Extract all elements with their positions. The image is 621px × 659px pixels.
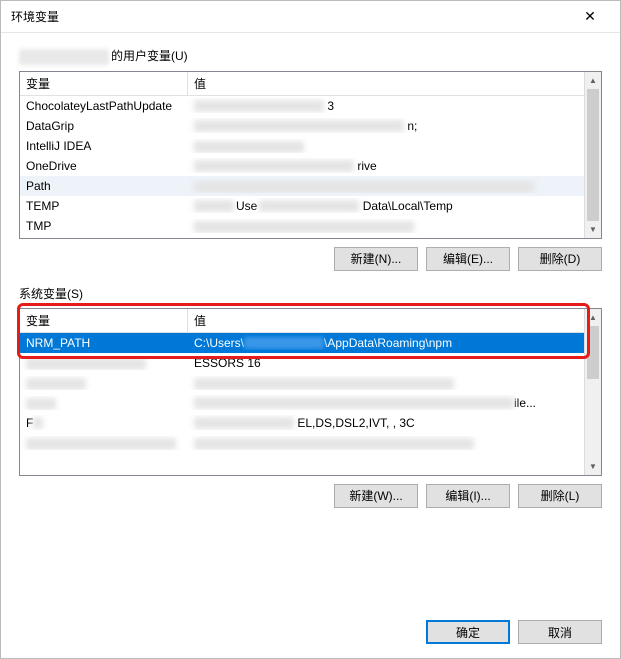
- cancel-button[interactable]: 取消: [518, 620, 602, 644]
- col-header-value[interactable]: 值: [188, 72, 584, 95]
- system-variables-group: 系统变量(S) 变量 值 NRM_PATH C:\Users\\AppData\…: [19, 285, 602, 508]
- var-name: TEMP: [20, 199, 188, 213]
- scroll-up-icon[interactable]: ▲: [585, 309, 601, 326]
- user-vars-list[interactable]: 变量 值 ChocolateyLastPathUpdate 3 DataGrip…: [19, 71, 602, 239]
- table-row[interactable]: OneDrive rive: [20, 156, 584, 176]
- scroll-down-icon[interactable]: ▼: [585, 221, 601, 238]
- var-value: [188, 219, 584, 233]
- list-header: 变量 值: [20, 72, 584, 96]
- var-value: Use Data\Local\Temp: [188, 198, 584, 213]
- var-value: [188, 179, 584, 193]
- table-row[interactable]: NRM_PATH C:\Users\\AppData\Roaming\npm: [20, 333, 584, 353]
- var-value: ile...: [188, 395, 584, 410]
- var-name: [20, 356, 188, 370]
- title-bar: 环境变量 ✕: [1, 1, 620, 33]
- system-vars-buttons: 新建(W)... 编辑(I)... 删除(L): [19, 484, 602, 508]
- var-value: [188, 436, 584, 450]
- user-variables-group: 的用户变量(U) 变量 值 ChocolateyLastPathUpdate 3…: [19, 47, 602, 271]
- new-system-var-button[interactable]: 新建(W)...: [334, 484, 418, 508]
- user-vars-label: 的用户变量(U): [19, 47, 602, 65]
- list-header: 变量 值: [20, 309, 584, 333]
- var-name: F: [20, 415, 188, 430]
- vertical-scrollbar[interactable]: ▲ ▼: [584, 309, 601, 475]
- var-value: [188, 376, 584, 390]
- var-value: n;: [188, 118, 584, 133]
- table-row[interactable]: F EL,DS,DSL2,IVT, , 3C: [20, 413, 584, 433]
- table-row[interactable]: ESSORS 16: [20, 353, 584, 373]
- dialog-buttons: 确定 取消: [426, 620, 602, 644]
- window-title: 环境变量: [11, 8, 570, 25]
- var-name: OneDrive: [20, 159, 188, 173]
- col-header-variable[interactable]: 变量: [20, 72, 188, 95]
- vertical-scrollbar[interactable]: ▲ ▼: [584, 72, 601, 238]
- ok-button[interactable]: 确定: [426, 620, 510, 644]
- edit-user-var-button[interactable]: 编辑(E)...: [426, 247, 510, 271]
- table-row[interactable]: ChocolateyLastPathUpdate 3: [20, 96, 584, 116]
- var-value: 3: [188, 98, 584, 113]
- var-value: ESSORS 16: [188, 355, 584, 370]
- table-row[interactable]: ile...: [20, 393, 584, 413]
- scroll-up-icon[interactable]: ▲: [585, 72, 601, 89]
- var-name: DataGrip: [20, 119, 188, 133]
- var-name: [20, 436, 188, 450]
- edit-system-var-button[interactable]: 编辑(I)...: [426, 484, 510, 508]
- var-name: NRM_PATH: [20, 336, 188, 350]
- table-row[interactable]: IntelliJ IDEA: [20, 136, 584, 156]
- var-value: [188, 139, 584, 153]
- col-header-variable[interactable]: 变量: [20, 309, 188, 332]
- var-value: C:\Users\\AppData\Roaming\npm: [188, 335, 584, 350]
- delete-user-var-button[interactable]: 删除(D): [518, 247, 602, 271]
- var-name: Path: [20, 179, 188, 193]
- scroll-down-icon[interactable]: ▼: [585, 458, 601, 475]
- var-name: [20, 396, 188, 410]
- var-name: TMP: [20, 219, 188, 233]
- delete-system-var-button[interactable]: 删除(L): [518, 484, 602, 508]
- user-vars-label-text: 的用户变量(U): [111, 49, 188, 63]
- table-row[interactable]: [20, 373, 584, 393]
- system-vars-list[interactable]: 变量 值 NRM_PATH C:\Users\\AppData\Roaming\…: [19, 308, 602, 476]
- col-header-value[interactable]: 值: [188, 309, 584, 332]
- var-name: ChocolateyLastPathUpdate: [20, 99, 188, 113]
- table-row[interactable]: TMP: [20, 216, 584, 236]
- table-row[interactable]: DataGrip n;: [20, 116, 584, 136]
- redacted-username: [19, 49, 109, 65]
- table-row[interactable]: TEMP Use Data\Local\Temp: [20, 196, 584, 216]
- new-user-var-button[interactable]: 新建(N)...: [334, 247, 418, 271]
- var-value: rive: [188, 158, 584, 173]
- close-icon[interactable]: ✕: [570, 8, 610, 25]
- system-vars-label: 系统变量(S): [19, 285, 602, 302]
- var-name: [20, 376, 188, 390]
- user-vars-buttons: 新建(N)... 编辑(E)... 删除(D): [19, 247, 602, 271]
- var-name: IntelliJ IDEA: [20, 139, 188, 153]
- table-row[interactable]: [20, 433, 584, 453]
- var-value: EL,DS,DSL2,IVT, , 3C: [188, 415, 584, 430]
- table-row[interactable]: Path: [20, 176, 584, 196]
